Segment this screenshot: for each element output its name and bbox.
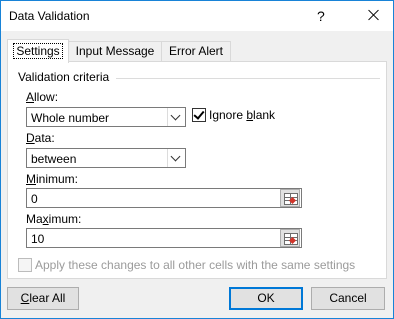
close-icon[interactable] [363, 4, 385, 26]
validation-criteria-heading: Validation criteria [18, 70, 114, 84]
ignore-blank-checkbox[interactable] [192, 108, 206, 122]
dialog-title: Data Validation [9, 9, 90, 23]
data-select[interactable]: between [26, 148, 186, 168]
tab-error-alert[interactable]: Error Alert [161, 41, 231, 62]
tab-input-message[interactable]: Input Message [68, 41, 162, 62]
apply-all-checkbox[interactable] [18, 258, 32, 272]
cancel-button[interactable]: Cancel [311, 287, 385, 310]
tab-error-alert-label: Error Alert [168, 44, 223, 58]
minimum-field[interactable]: 0 [26, 188, 302, 208]
ok-button[interactable]: OK [229, 287, 303, 310]
chevron-down-icon [170, 151, 181, 162]
allow-dropdown-button[interactable] [167, 108, 185, 126]
data-dropdown-button[interactable] [167, 149, 185, 167]
allow-label: Allow: [26, 90, 59, 104]
minimum-value: 0 [31, 192, 38, 206]
tab-settings[interactable]: Settings [7, 39, 69, 63]
allow-select[interactable]: Whole number [26, 107, 186, 127]
apply-all-label: Apply these changes to all other cells w… [35, 258, 356, 272]
help-icon[interactable]: ? [317, 8, 325, 24]
minimum-label: Minimum: [26, 172, 79, 186]
tab-settings-label: Settings [13, 43, 63, 59]
allow-value: Whole number [31, 111, 110, 125]
maximum-label: Maximum: [26, 212, 82, 226]
maximum-value: 10 [31, 232, 45, 246]
chevron-down-icon [170, 110, 181, 121]
data-validation-dialog: Data Validation ? Settings Input Message… [0, 0, 394, 319]
ignore-blank-label: Ignore blank [209, 108, 276, 122]
data-value: between [31, 152, 77, 166]
data-label: Data: [26, 131, 55, 145]
settings-panel: Validation criteria Allow: Whole number … [7, 61, 387, 279]
clear-all-button[interactable]: Clear All [7, 287, 79, 310]
maximum-range-picker-button[interactable] [280, 229, 300, 247]
tab-input-message-label: Input Message [75, 44, 155, 58]
group-divider [116, 78, 380, 79]
maximum-field[interactable]: 10 [26, 228, 302, 248]
title-bar: Data Validation ? [1, 1, 393, 31]
minimum-range-picker-button[interactable] [280, 189, 300, 207]
